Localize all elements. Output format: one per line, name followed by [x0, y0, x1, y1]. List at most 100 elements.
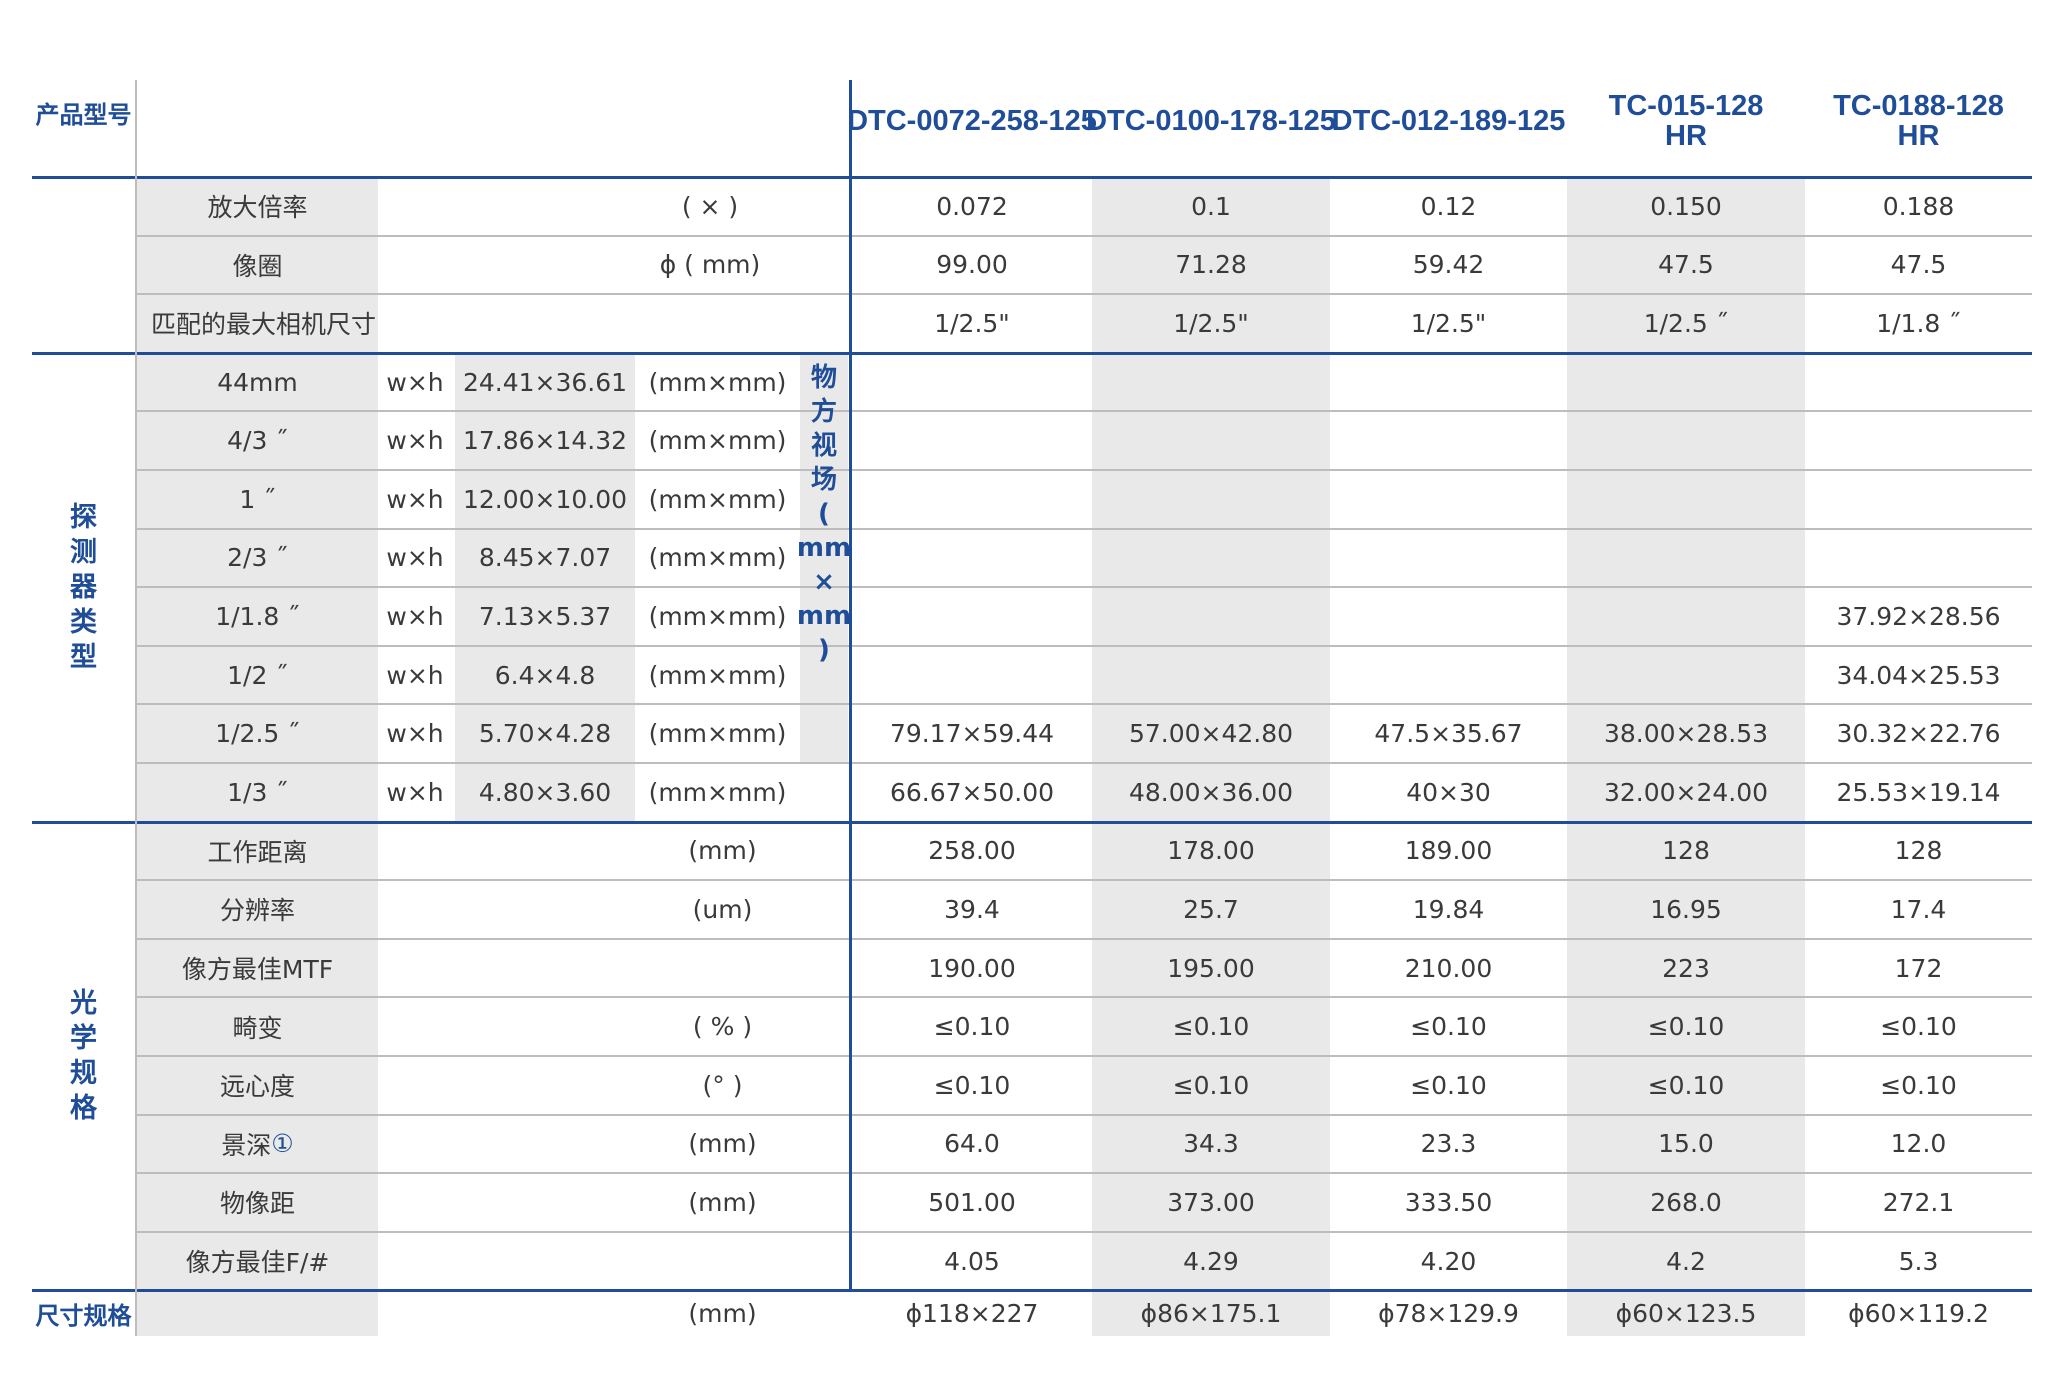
- cell-value: 128: [1662, 836, 1710, 866]
- detector-dims: 4.80×3.60: [478, 777, 612, 807]
- section-size-spec: 尺寸规格: [35, 1301, 132, 1330]
- detector-name: 44mm: [217, 367, 298, 397]
- cell-value: [852, 646, 1092, 705]
- optical-unit: (mm): [688, 1129, 757, 1159]
- detector-unit: (mm×mm): [648, 484, 787, 514]
- cell-value: [1330, 411, 1567, 470]
- cell-value: [1330, 587, 1567, 646]
- section-char: 光: [70, 987, 97, 1019]
- cell-value: 172: [1894, 953, 1943, 983]
- section-char: 学: [70, 1022, 97, 1054]
- detector-unit: (mm×mm): [648, 719, 787, 749]
- size-value: ϕ86×175.1: [1140, 1298, 1282, 1328]
- cell-value: 34.04×25.53: [1836, 660, 2001, 690]
- cell-value: 71.28: [1175, 250, 1247, 280]
- optical-name: 景深 ①: [221, 1129, 294, 1160]
- cell-value: [852, 470, 1092, 529]
- cell-value: [1567, 470, 1805, 529]
- header-model: DTC-0100-178-125: [1086, 88, 1336, 154]
- cell-value: 37.92×28.56: [1836, 601, 2001, 631]
- optical-unit: [635, 939, 810, 998]
- cell-value: 25.7: [1183, 894, 1239, 924]
- cell-value: 4.05: [944, 1246, 1000, 1276]
- optical-name: 物像距: [219, 1189, 295, 1219]
- cell-value: 47.5×35.67: [1374, 719, 1523, 749]
- optical-unit: (° ): [702, 1070, 743, 1100]
- cell-value: 223: [1662, 953, 1710, 983]
- header-model: DTC-012-189-125: [1330, 88, 1567, 154]
- detector-dims: 17.86×14.32: [462, 426, 628, 456]
- section-optical-spec: 光学规格: [32, 822, 135, 1291]
- cell-value: 268.0: [1650, 1187, 1722, 1217]
- cell-value: 4.29: [1183, 1246, 1239, 1276]
- header-model-label: 产品型号: [35, 100, 132, 129]
- cell-value: 4.20: [1420, 1246, 1477, 1276]
- cell-value: 16.95: [1650, 894, 1722, 924]
- section-char: 探: [70, 501, 97, 533]
- optical-name: 畸变: [232, 1013, 283, 1043]
- cell-value: ≤0.10: [933, 1012, 1011, 1042]
- detector-unit: (mm×mm): [648, 426, 787, 456]
- cell-value: 12.0: [1890, 1129, 1947, 1159]
- detector-unit: (mm×mm): [648, 660, 787, 690]
- cell-value: 79.17×59.44: [889, 719, 1055, 749]
- header-model: TC-0188-128 HR: [1805, 88, 2032, 154]
- cell-value: [852, 411, 1092, 470]
- detector-wh: w×h: [386, 777, 444, 807]
- detector-name: 1/2.5 ˝: [215, 719, 300, 749]
- cell-value: 19.84: [1412, 894, 1485, 924]
- section-char: 测: [70, 536, 97, 568]
- detector-unit: (mm×mm): [648, 543, 787, 573]
- cell-value: 1/2.5 ˝: [1643, 308, 1729, 338]
- cell-value: [1567, 529, 1805, 588]
- cell-value: 501.00: [928, 1187, 1016, 1217]
- cell-value: 1/2.5": [1173, 308, 1249, 338]
- cell-value: ≤0.10: [1410, 1012, 1487, 1042]
- detector-dims: 5.70×4.28: [478, 719, 612, 749]
- cell-value: [1330, 470, 1567, 529]
- detector-dims: 6.4×4.8: [494, 660, 596, 690]
- detector-name: 4/3 ˝: [227, 426, 288, 456]
- fov-char: mm: [796, 532, 852, 563]
- cell-value: 210.00: [1404, 953, 1493, 983]
- cell-value: [852, 529, 1092, 588]
- cell-value: 1/2.5": [1410, 308, 1487, 338]
- detector-wh: w×h: [386, 543, 444, 573]
- cell-value: 66.67×50.00: [889, 777, 1055, 807]
- cell-value: 258.00: [928, 836, 1016, 866]
- fov-char: 场: [810, 464, 837, 495]
- fov-char: 视: [810, 430, 837, 461]
- cell-value: [1567, 587, 1805, 646]
- model-line2: HR: [1665, 120, 1707, 152]
- cell-value: 333.50: [1404, 1187, 1493, 1217]
- optical-unit: ( % ): [692, 1012, 753, 1042]
- cell-value: ≤0.10: [1647, 1012, 1725, 1042]
- size-value: ϕ78×129.9: [1378, 1298, 1519, 1328]
- optical-name: 像方最佳F/#: [185, 1248, 330, 1278]
- optical-name: 分辨率: [219, 896, 295, 926]
- cell-value: [1567, 353, 1805, 412]
- fov-char: 物: [810, 362, 837, 393]
- detector-dims: 12.00×10.00: [462, 484, 628, 514]
- footnote-marker: ①: [271, 1129, 294, 1159]
- detector-wh: w×h: [386, 601, 444, 631]
- cell-value: 32.00×24.00: [1603, 777, 1769, 807]
- cell-value: [1330, 646, 1567, 705]
- fov-char: ×: [813, 566, 835, 597]
- cell-value: 64.0: [944, 1129, 1000, 1159]
- header-model: TC-015-128 HR: [1567, 88, 1805, 154]
- cell-value: 373.00: [1167, 1187, 1255, 1217]
- model-line1: DTC-0072-258-125: [847, 105, 1097, 137]
- model-line1: DTC-0100-178-125: [1086, 105, 1336, 137]
- detector-wh: w×h: [386, 660, 444, 690]
- cell-value: [852, 587, 1092, 646]
- detector-wh: w×h: [386, 484, 444, 514]
- cell-value: 59.42: [1412, 250, 1485, 280]
- cell-value: [1092, 353, 1330, 412]
- detector-wh: w×h: [386, 719, 444, 749]
- cell-value: 1/2.5": [934, 308, 1010, 338]
- cell-value: ≤0.10: [1880, 1070, 1957, 1100]
- cell-value: ≤0.10: [1647, 1070, 1725, 1100]
- model-line1: TC-015-128: [1608, 90, 1764, 122]
- cell-value: [1805, 353, 2032, 412]
